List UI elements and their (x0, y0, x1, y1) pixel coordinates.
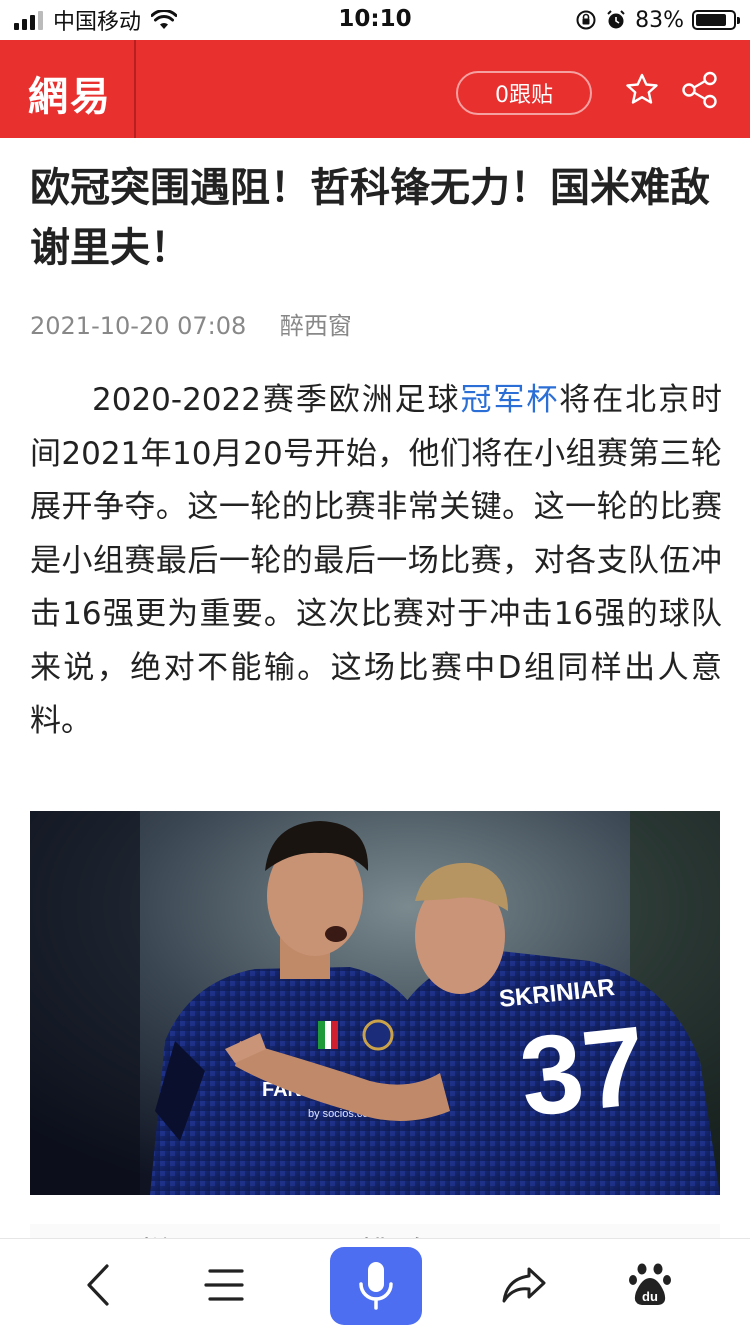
share-icon[interactable] (680, 70, 720, 110)
forward-share-button[interactable] (494, 1255, 554, 1315)
player-number-text: 37 (514, 1003, 651, 1140)
status-bar: 中国移动 10:10 83% (0, 0, 750, 40)
menu-button[interactable] (194, 1255, 254, 1315)
battery-fill (696, 14, 726, 26)
orientation-lock-icon (576, 10, 596, 30)
baidu-home-button[interactable]: du (620, 1255, 680, 1315)
baidu-label: du (642, 1289, 658, 1304)
article-title: 欧冠突围遇阻！哲科锋无力！国米难敌谢里夫！ (30, 165, 710, 271)
header-divider (134, 40, 136, 138)
battery-icon (692, 10, 740, 30)
app-header: 網易 0跟贴 (0, 40, 750, 138)
menu-icon (204, 1269, 244, 1301)
football-players-photo: FAN by socios.com SKRINIAR 37 (30, 811, 720, 1195)
battery-percent: 83% (635, 7, 684, 33)
paragraph-text-before-link: 2020-2022赛季欧洲足球 (92, 382, 461, 418)
back-button[interactable] (68, 1255, 128, 1315)
favorite-star-icon[interactable] (622, 70, 662, 110)
comments-button[interactable]: 0跟贴 (456, 71, 592, 115)
voice-search-button[interactable] (330, 1247, 422, 1325)
status-right: 83% (575, 6, 740, 34)
article-source[interactable]: 醉西窗 (280, 312, 352, 340)
netease-logo[interactable]: 網易 (28, 64, 112, 122)
publish-date: 2021-10-20 07:08 (30, 312, 247, 340)
share-arrow-icon (502, 1267, 546, 1303)
bottom-toolbar: du (0, 1238, 750, 1334)
article-paragraph: 2020-2022赛季欧洲足球冠军杯将在北京时间2021年10月20号开始，他们… (30, 374, 722, 749)
back-icon (87, 1264, 109, 1306)
article-meta: 2021-10-20 07:08 醉西窗 (30, 306, 352, 341)
mic-icon (359, 1262, 393, 1310)
article-photo[interactable]: FAN by socios.com SKRINIAR 37 (30, 811, 720, 1195)
alarm-icon (607, 10, 625, 29)
baidu-paw-icon: du (629, 1263, 671, 1305)
paragraph-text-after-link: 将在北京时间2021年10月20号开始，他们将在小组赛第三轮展开争夺。这一轮的比… (30, 382, 722, 739)
keyword-link[interactable]: 冠军杯 (460, 382, 559, 418)
